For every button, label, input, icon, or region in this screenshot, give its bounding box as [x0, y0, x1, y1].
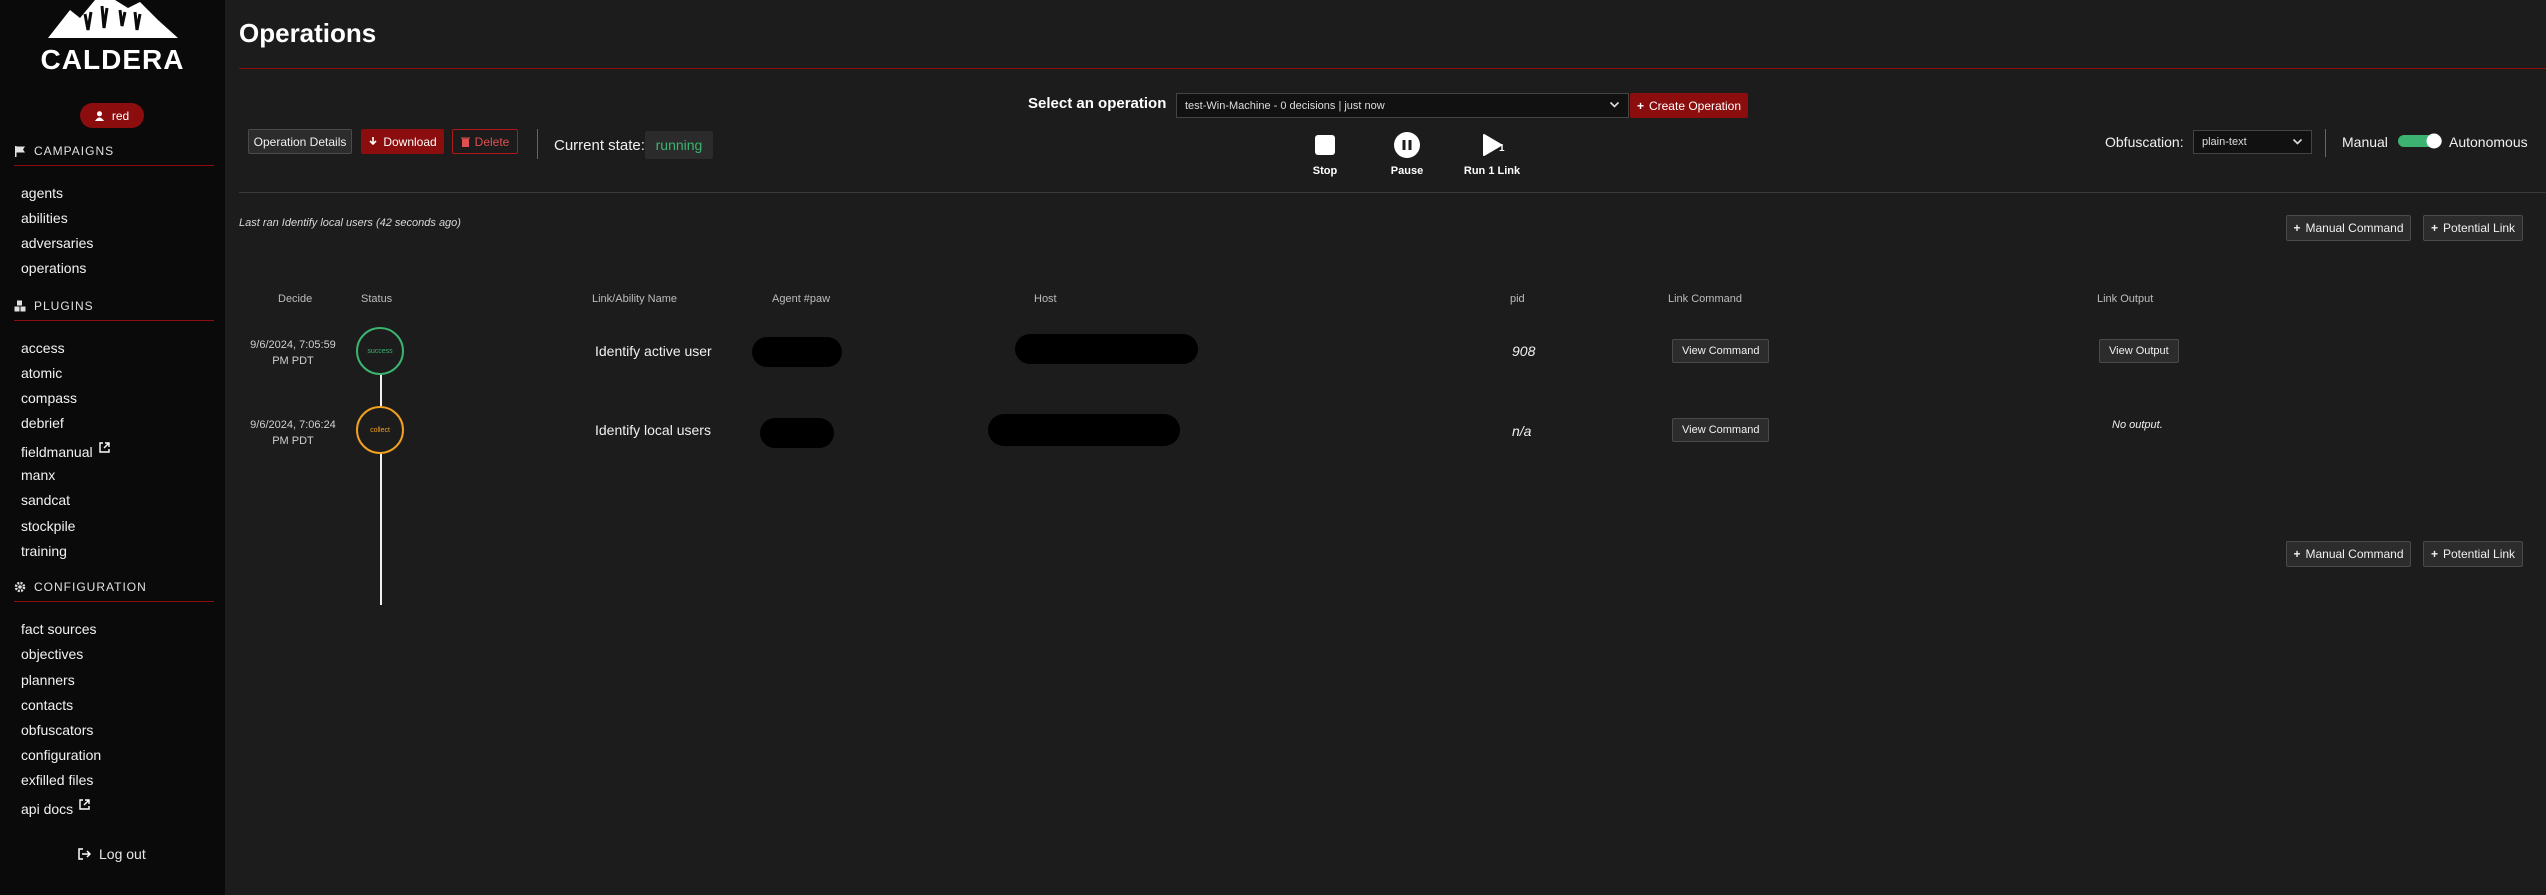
sidebar-item-planners[interactable]: planners	[21, 671, 75, 689]
potential-link-button[interactable]: + Potential Link	[2423, 541, 2523, 567]
manual-command-button[interactable]: + Manual Command	[2286, 541, 2411, 567]
user-name: red	[111, 108, 130, 123]
column-header-agent: Agent #paw	[772, 293, 831, 305]
flag-icon	[15, 146, 25, 157]
sidebar-item-agents[interactable]: agents	[21, 184, 63, 202]
manual-label: Manual	[2342, 134, 2388, 150]
sidebar-item-compass[interactable]: compass	[21, 389, 77, 407]
link-name: Identify active user	[595, 343, 712, 359]
obfuscation-select[interactable]: plain-text	[2193, 130, 2312, 154]
pid-value: 908	[1512, 343, 1536, 359]
sidebar: CALDERA red CAMPAIGNS agents abilities a…	[0, 0, 225, 895]
create-operation-button[interactable]: + Create Operation	[1630, 93, 1748, 118]
manual-command-button[interactable]: + Manual Command	[2286, 215, 2411, 241]
sidebar-item-atomic[interactable]: atomic	[21, 364, 62, 382]
external-link-icon	[98, 442, 110, 453]
download-button[interactable]: Download	[361, 129, 444, 154]
stop-icon	[1315, 135, 1335, 155]
user-icon	[94, 110, 104, 121]
divider	[239, 68, 2546, 69]
section-configuration: CONFIGURATION	[14, 577, 214, 597]
operation-details-button[interactable]: Operation Details	[248, 129, 352, 154]
view-command-button[interactable]: View Command	[1672, 339, 1770, 363]
obfuscation-label: Obfuscation:	[2105, 134, 2184, 150]
delete-button[interactable]: Delete	[452, 129, 518, 154]
sidebar-item-fact-sources[interactable]: fact sources	[21, 620, 96, 638]
divider	[537, 129, 538, 159]
column-header-status: Status	[361, 293, 393, 305]
run-one-link-button[interactable]: 1 Run 1 Link	[1461, 133, 1523, 177]
run-count-badge: 1	[1499, 143, 1505, 154]
sidebar-item-fieldmanual[interactable]: fieldmanual	[21, 442, 110, 461]
sidebar-item-adversaries[interactable]: adversaries	[21, 234, 93, 252]
sidebar-item-api-docs[interactable]: api docs	[21, 799, 90, 818]
column-header-name: Link/Ability Name	[592, 293, 677, 305]
status-success-indicator[interactable]: success	[356, 327, 404, 375]
cubes-icon	[14, 300, 26, 312]
sidebar-item-manx[interactable]: manx	[21, 466, 55, 484]
redacted-agent	[760, 418, 834, 448]
divider	[2325, 129, 2326, 157]
brand-name: CALDERA	[40, 44, 185, 75]
page-title: Operations	[239, 18, 377, 48]
view-output-button[interactable]: View Output	[2099, 339, 2179, 363]
column-header-pid: pid	[1510, 293, 1525, 305]
plus-icon: +	[1636, 98, 1644, 113]
link-name: Identify local users	[595, 422, 711, 438]
sign-out-icon	[78, 848, 91, 860]
section-campaigns: CAMPAIGNS	[14, 141, 214, 161]
status-collect-indicator[interactable]: collect	[356, 406, 404, 454]
stop-button[interactable]: Stop	[1300, 133, 1350, 177]
pause-button[interactable]: Pause	[1382, 132, 1432, 177]
download-icon	[369, 136, 377, 145]
pid-value: n/a	[1512, 423, 1532, 439]
pause-icon	[1394, 132, 1420, 158]
column-header-link-command: Link Command	[1668, 293, 1742, 305]
redacted-host	[988, 414, 1180, 446]
table-row-date: 9/6/2024, 7:06:24 PM PDT	[250, 419, 336, 447]
sidebar-item-training[interactable]: training	[21, 542, 67, 560]
logout-button[interactable]: Log out	[78, 846, 146, 862]
trash-icon	[460, 137, 470, 147]
sidebar-item-sandcat[interactable]: sandcat	[21, 491, 70, 509]
chevron-down-icon	[2292, 138, 2303, 145]
redacted-agent	[752, 337, 842, 367]
chevron-down-icon	[1609, 101, 1620, 108]
current-state-label: Current state:	[554, 137, 645, 154]
no-output-text: No output.	[2112, 419, 2163, 431]
gear-icon	[14, 581, 26, 593]
potential-link-button[interactable]: + Potential Link	[2423, 215, 2523, 241]
sidebar-item-operations[interactable]: operations	[21, 259, 86, 277]
divider	[239, 192, 2546, 193]
autonomous-label: Autonomous	[2449, 134, 2528, 150]
sidebar-item-abilities[interactable]: abilities	[21, 209, 68, 227]
sidebar-item-debrief[interactable]: debrief	[21, 414, 64, 432]
plus-icon: +	[2293, 547, 2301, 561]
redacted-host	[1015, 334, 1198, 364]
view-command-button[interactable]: View Command	[1672, 418, 1770, 442]
external-link-icon	[79, 799, 90, 810]
last-ran-text: Last ran Identify local users (42 second…	[239, 217, 461, 229]
column-header-decide: Decide	[278, 293, 313, 305]
state-badge: running	[645, 131, 713, 159]
sidebar-item-obfuscators[interactable]: obfuscators	[21, 721, 93, 739]
select-operation-label: Select an operation	[1028, 95, 1167, 112]
sidebar-item-access[interactable]: access	[21, 339, 65, 357]
table-row-date: 9/6/2024, 7:05:59 PM PDT	[250, 339, 336, 367]
column-header-host: Host	[1034, 293, 1057, 305]
sidebar-item-contacts[interactable]: contacts	[21, 696, 73, 714]
plus-icon: +	[2430, 547, 2438, 561]
plus-icon: +	[2430, 221, 2438, 235]
sidebar-item-stockpile[interactable]: stockpile	[21, 517, 75, 535]
user-badge[interactable]: red	[80, 103, 144, 128]
sidebar-item-objectives[interactable]: objectives	[21, 645, 83, 663]
sidebar-item-configuration[interactable]: configuration	[21, 746, 101, 764]
plus-icon: +	[2293, 221, 2301, 235]
operation-select[interactable]: test-Win-Machine - 0 decisions | just no…	[1176, 93, 1629, 118]
sidebar-item-exfilled-files[interactable]: exfilled files	[21, 771, 93, 789]
section-plugins: PLUGINS	[14, 296, 214, 316]
autonomous-toggle[interactable]	[2397, 133, 2443, 149]
column-header-link-output: Link Output	[2097, 293, 2154, 305]
